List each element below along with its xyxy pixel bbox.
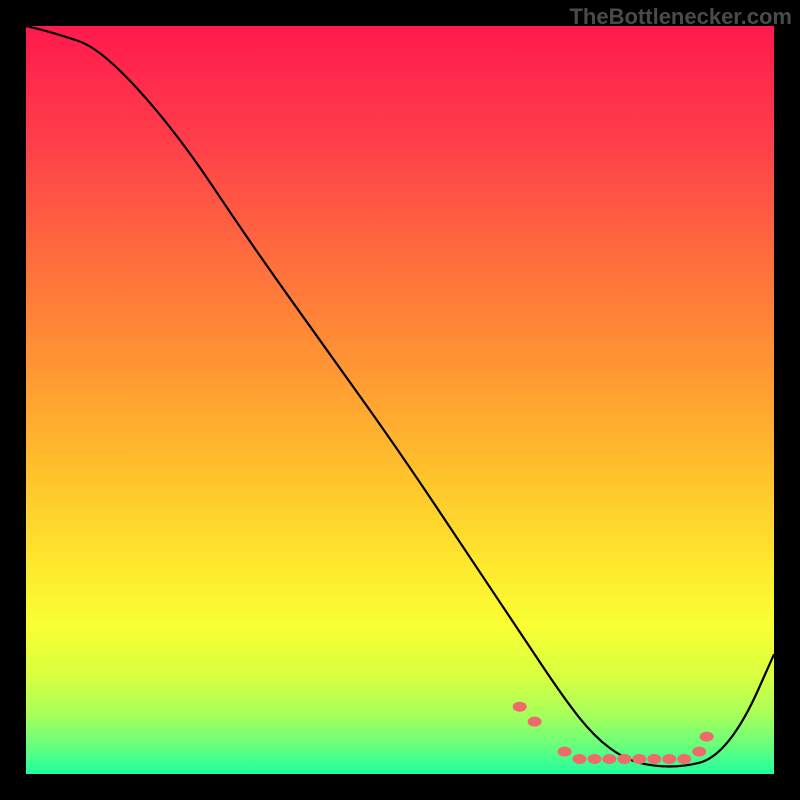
marker-dot [573,754,587,764]
marker-dot [513,702,527,712]
plot-area [26,26,774,774]
marker-dot [632,754,646,764]
marker-dot [692,747,706,757]
marker-dot [700,732,714,742]
marker-dot [617,754,631,764]
marker-dot [662,754,676,764]
marker-dot [647,754,661,764]
marker-dot [677,754,691,764]
watermark-text: TheBottlenecker.com [569,4,792,30]
marker-dot [602,754,616,764]
chart-container: TheBottlenecker.com [0,0,800,800]
marker-dot [528,717,542,727]
curve-markers [513,702,714,764]
curve-layer [26,26,774,774]
marker-dot [588,754,602,764]
bottleneck-curve [26,26,774,767]
marker-dot [558,747,572,757]
